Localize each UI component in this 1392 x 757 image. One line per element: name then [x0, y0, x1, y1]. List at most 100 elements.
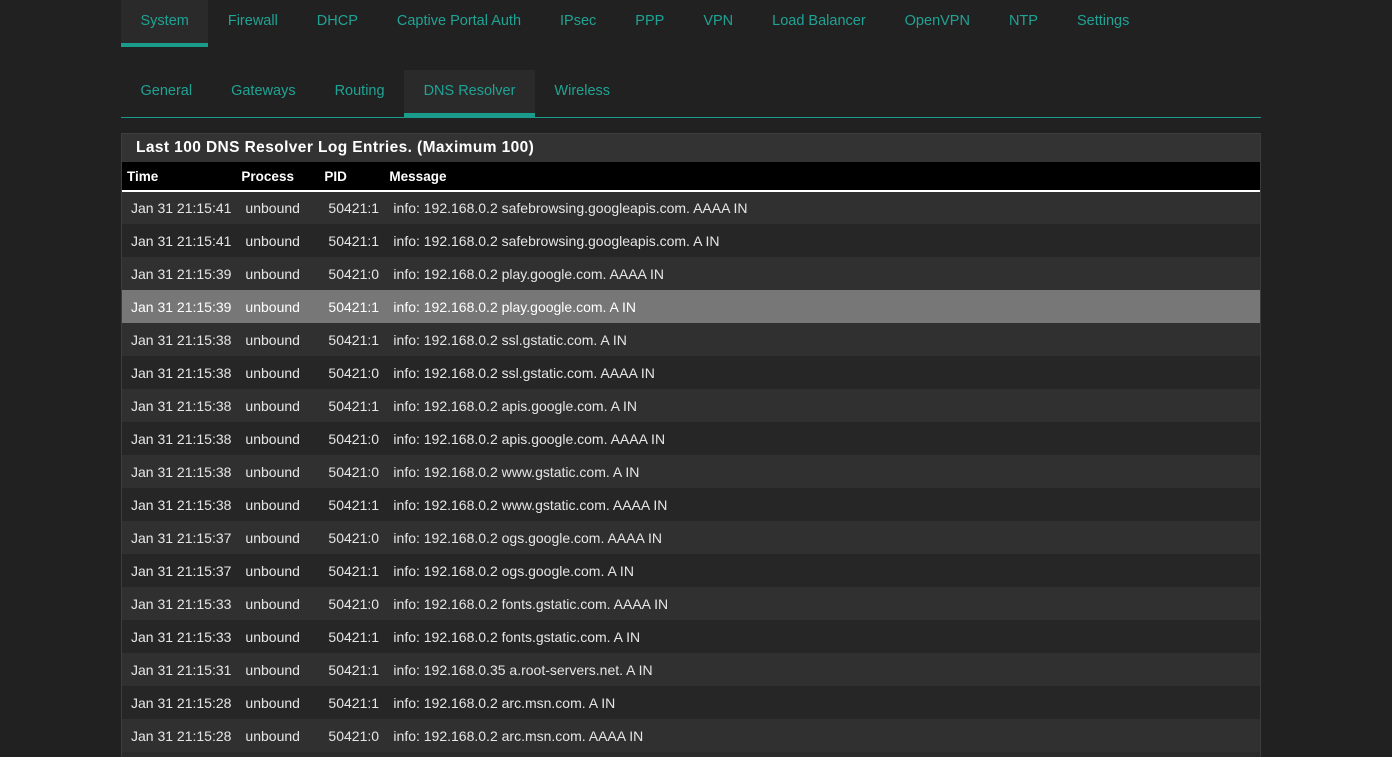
cell-process: unbound — [245, 694, 300, 711]
log-table-body: Jan 31 21:15:41 unbound 50421:1 info: 192.1… — [122, 191, 1260, 752]
cell-pid: 50421:0 — [328, 727, 380, 744]
table-row: Jan 31 21:15:28 unbound 50421:0 info: 192.1… — [122, 719, 1260, 752]
cell-time: Jan 31 21:15:38 — [131, 463, 232, 480]
tab-ppp[interactable]: PPP — [616, 0, 684, 47]
tab-ntp[interactable]: NTP — [989, 0, 1057, 47]
cell-process: unbound — [245, 430, 300, 447]
tab-openvpn[interactable]: OpenVPN — [885, 0, 989, 47]
cell-message: info: 192.168.0.2 ogs.google.com. A IN — [393, 562, 634, 579]
cell-message: info: 192.168.0.2 play.google.com. A IN — [393, 298, 636, 315]
cell-process: unbound — [245, 661, 300, 678]
cell-process: unbound — [245, 562, 300, 579]
cell-message: info: 192.168.0.2 safebrowsing.googleapi… — [393, 200, 748, 216]
header-time[interactable]: Time — [122, 162, 237, 192]
tab-load-balancer[interactable]: Load Balancer — [753, 0, 886, 47]
subtab-general[interactable]: General — [121, 70, 212, 117]
cell-process: unbound — [245, 232, 300, 249]
table-row: Jan 31 21:15:28 unbound 50421:1 info: 192.1… — [122, 686, 1260, 719]
cell-pid: 50421:1 — [328, 496, 380, 513]
cell-message: info: 192.168.0.2 ssl.gstatic.com. AAAA … — [393, 364, 655, 381]
cell-pid: 50421:1 — [328, 562, 380, 579]
tab-captive-portal-auth[interactable]: Captive Portal Auth — [377, 0, 540, 47]
cell-process: unbound — [245, 529, 300, 546]
table-row: Jan 31 21:15:38 unbound 50421:0 info: 192.1… — [122, 422, 1260, 455]
tab-firewall[interactable]: Firewall — [208, 0, 297, 47]
cell-time: Jan 31 21:15:41 — [131, 232, 232, 249]
tab-system[interactable]: System — [121, 0, 209, 47]
table-row: Jan 31 21:15:39 unbound 50421:1 info: 192.1… — [122, 290, 1260, 323]
cell-process: unbound — [245, 397, 300, 414]
subtab-routing[interactable]: Routing — [315, 70, 404, 117]
cell-pid: 50421:1 — [328, 694, 380, 711]
panel-title: Last 100 DNS Resolver Log Entries. (Maxi… — [122, 134, 1260, 162]
cell-message: info: 192.168.0.2 fonts.gstatic.com. AAA… — [393, 595, 669, 612]
table-header-row: Time Process PID Message — [122, 162, 1260, 192]
subtab-wireless[interactable]: Wireless — [535, 70, 630, 117]
header-pid[interactable]: PID — [319, 162, 385, 192]
cell-pid: 50421:1 — [328, 397, 380, 414]
header-message[interactable]: Message — [384, 162, 1260, 192]
log-table: Time Process PID Message Jan 31 21:15:41… — [122, 162, 1260, 752]
table-row: Jan 31 21:15:37 unbound 50421:1 info: 192.1… — [122, 554, 1260, 587]
cell-message: info: 192.168.0.2 arc.msn.com. AAAA IN — [393, 727, 644, 744]
cell-time: Jan 31 21:15:33 — [131, 628, 232, 645]
cell-time: Jan 31 21:15:37 — [131, 529, 232, 546]
cell-time: Jan 31 21:15:39 — [131, 265, 232, 282]
cell-process: unbound — [245, 298, 300, 315]
cell-message: info: 192.168.0.2 arc.msn.com. A IN — [393, 694, 616, 711]
cell-message: info: 192.168.0.2 www.gstatic.com. AAAA … — [393, 496, 668, 513]
table-row: Jan 31 21:15:33 unbound 50421:1 info: 192.1… — [122, 620, 1260, 653]
table-row: Jan 31 21:15:38 unbound 50421:1 info: 192.1… — [122, 488, 1260, 521]
cell-time: Jan 31 21:15:39 — [131, 298, 232, 315]
cell-time: Jan 31 21:15:38 — [131, 430, 232, 447]
subtab-gateways[interactable]: Gateways — [212, 70, 315, 117]
cell-pid: 50421:1 — [328, 331, 380, 348]
table-row: Jan 31 21:15:38 unbound 50421:1 info: 192.1… — [122, 323, 1260, 356]
tab-vpn[interactable]: VPN — [684, 0, 753, 47]
cell-process: unbound — [245, 496, 300, 513]
cell-time: Jan 31 21:15:38 — [131, 331, 232, 348]
log-panel: Last 100 DNS Resolver Log Entries. (Maxi… — [121, 133, 1261, 757]
cell-time: Jan 31 21:15:37 — [131, 562, 232, 579]
cell-process: unbound — [245, 463, 300, 480]
tab-ipsec[interactable]: IPsec — [541, 0, 616, 47]
sub-nav-tabs: General Gateways Routing DNS Resolver Wi… — [121, 70, 1261, 118]
cell-time: Jan 31 21:15:41 — [131, 200, 232, 216]
table-row: Jan 31 21:15:38 unbound 50421:0 info: 192.1… — [122, 455, 1260, 488]
cell-process: unbound — [245, 364, 300, 381]
subtab-dns-resolver[interactable]: DNS Resolver — [404, 70, 535, 117]
cell-message: info: 192.168.0.2 ssl.gstatic.com. A IN — [393, 331, 627, 348]
cell-time: Jan 31 21:15:33 — [131, 595, 232, 612]
page: System Firewall DHCP Captive Portal Auth… — [0, 0, 1392, 757]
cell-message: info: 192.168.0.2 play.google.com. AAAA … — [393, 265, 665, 282]
cell-pid: 50421:0 — [328, 595, 380, 612]
cell-process: unbound — [245, 200, 300, 216]
cell-pid: 50421:1 — [328, 298, 380, 315]
table-row: Jan 31 21:15:41 unbound 50421:1 info: 192.1… — [122, 224, 1260, 257]
cell-process: unbound — [245, 265, 300, 282]
cell-time: Jan 31 21:15:38 — [131, 496, 232, 513]
cell-time: Jan 31 21:15:38 — [131, 397, 232, 414]
cell-time: Jan 31 21:15:31 — [131, 661, 232, 678]
cell-pid: 50421:0 — [328, 463, 380, 480]
tab-dhcp[interactable]: DHCP — [297, 0, 377, 47]
cell-pid: 50421:0 — [328, 529, 380, 546]
cell-time: Jan 31 21:15:38 — [131, 364, 232, 381]
cell-process: unbound — [245, 628, 300, 645]
top-nav-tabs: System Firewall DHCP Captive Portal Auth… — [121, 0, 1149, 47]
table-row: Jan 31 21:15:38 unbound 50421:0 info: 192.1… — [122, 356, 1260, 389]
cell-message: info: 192.168.0.2 safebrowsing.googleapi… — [393, 232, 720, 249]
cell-time: Jan 31 21:15:28 — [131, 727, 232, 744]
table-row: Jan 31 21:15:33 unbound 50421:0 info: 192.1… — [122, 587, 1260, 620]
cell-process: unbound — [245, 331, 300, 348]
tab-settings[interactable]: Settings — [1057, 0, 1148, 47]
cell-message: info: 192.168.0.2 apis.google.com. AAAA … — [393, 430, 666, 447]
header-process[interactable]: Process — [236, 162, 320, 192]
table-row: Jan 31 21:15:39 unbound 50421:0 info: 192.1… — [122, 257, 1260, 290]
cell-time: Jan 31 21:15:28 — [131, 694, 232, 711]
cell-pid: 50421:1 — [328, 232, 380, 249]
cell-pid: 50421:1 — [328, 661, 380, 678]
cell-process: unbound — [245, 595, 300, 612]
cell-message: info: 192.168.0.35 a.root-servers.net. A… — [393, 661, 653, 678]
table-row: Jan 31 21:15:37 unbound 50421:0 info: 192.1… — [122, 521, 1260, 554]
